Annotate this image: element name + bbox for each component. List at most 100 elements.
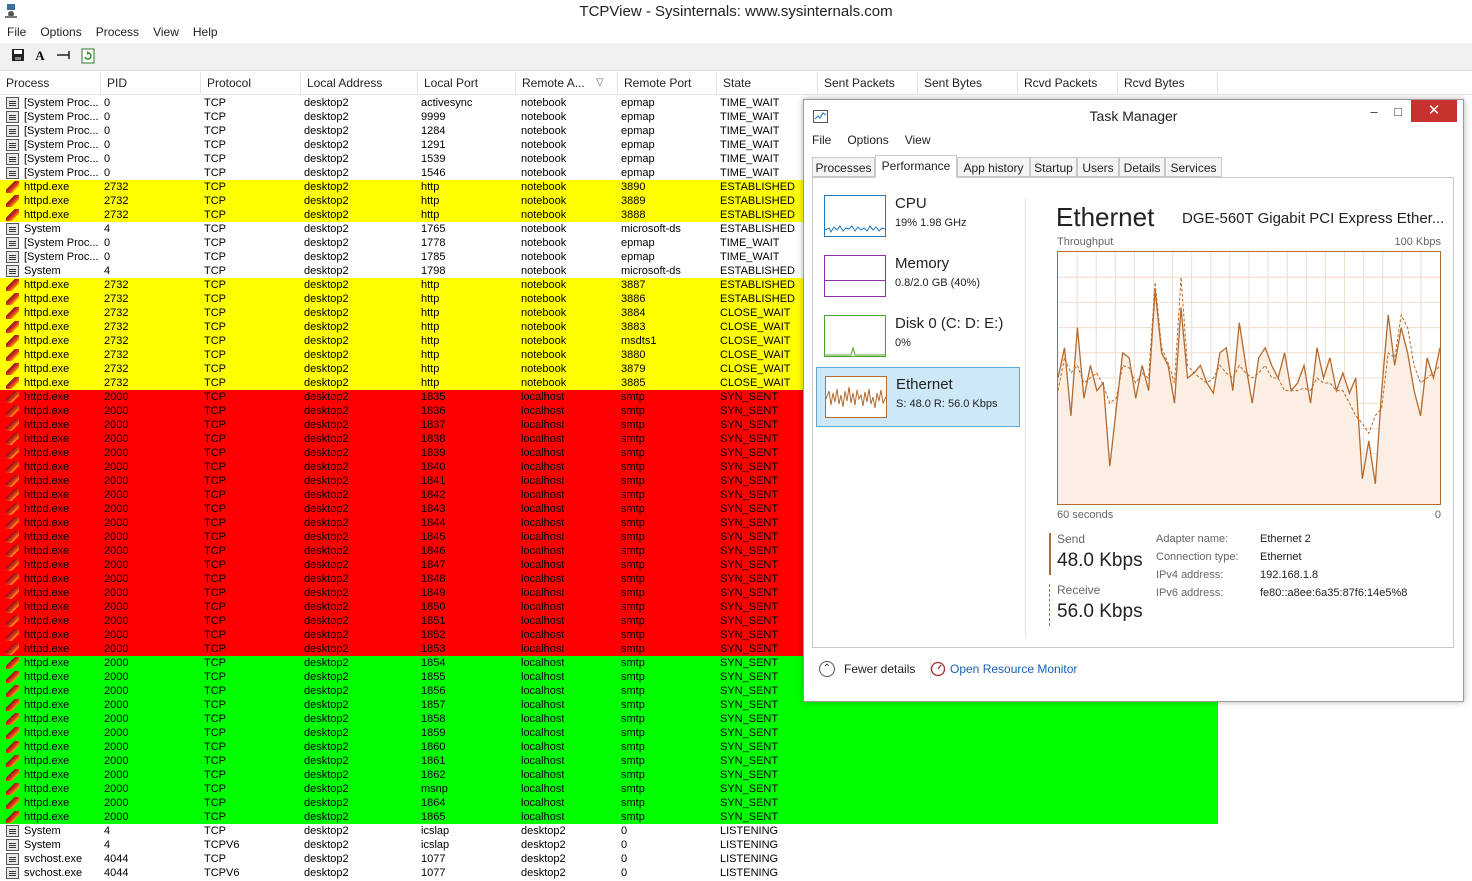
table-row[interactable]: httpd.exe 2000 TCP desktop2 1847 localhost smt… (0, 558, 803, 572)
table-row[interactable]: System 4 TCP desktop2 1765 notebook microsoft-… (0, 222, 803, 236)
tab-startup[interactable]: Startup (1030, 157, 1077, 177)
table-row[interactable]: httpd.exe 2000 TCP desktop2 1848 localhost smt… (0, 572, 803, 586)
menu-file[interactable]: File (0, 24, 33, 40)
cell-pid: 0 (104, 167, 111, 179)
maximize-button[interactable]: □ (1389, 102, 1407, 122)
col-remote-address[interactable]: Remote A... ▽ (516, 72, 618, 94)
col-remote-port[interactable]: Remote Port (618, 72, 717, 94)
tab-processes[interactable]: Processes (812, 157, 875, 177)
table-row[interactable]: httpd.exe 2000 TCP desktop2 1843 localhost smt… (0, 502, 803, 516)
col-protocol[interactable]: Protocol (201, 72, 301, 94)
save-icon[interactable] (10, 48, 26, 64)
menu-view[interactable]: View (146, 24, 186, 40)
tab-app-history[interactable]: App history (957, 157, 1030, 177)
col-state[interactable]: State (717, 72, 818, 94)
table-row[interactable]: [System Proc... 0 TCP desktop2 9999 notebook e… (0, 110, 803, 124)
table-row[interactable]: httpd.exe 2000 TCP desktop2 1842 localhost smt… (0, 488, 803, 502)
table-row[interactable]: [System Proc... 0 TCP desktop2 1785 notebook e… (0, 250, 803, 264)
table-row[interactable]: httpd.exe 2000 TCP desktop2 1845 localhost smt… (0, 530, 803, 544)
tm-menu-options[interactable]: Options (847, 133, 888, 147)
table-row[interactable]: httpd.exe 2732 TCP desktop2 http notebook 3886… (0, 292, 803, 306)
table-row[interactable]: httpd.exe 2000 TCP desktop2 1841 localhost smt… (0, 474, 803, 488)
col-sent-packets[interactable]: Sent Packets (818, 72, 918, 94)
col-sent-bytes[interactable]: Sent Bytes (918, 72, 1018, 94)
table-row[interactable]: System 4 TCPV6 desktop2 icslap desktop2 0 LISTE… (0, 838, 803, 852)
cell-state: TIME_WAIT (720, 167, 780, 179)
tab-details[interactable]: Details (1119, 157, 1165, 177)
table-row[interactable]: [System Proc... 0 TCP desktop2 1539 notebook e… (0, 152, 803, 166)
perf-item-ethernet[interactable]: Ethernet S: 48.0 R: 56.0 Kbps (816, 367, 1020, 427)
table-row[interactable]: httpd.exe 2000 TCP desktop2 1851 localhost smt… (0, 614, 803, 628)
table-row[interactable]: httpd.exe 2000 TCP desktop2 1838 localhost smt… (0, 432, 803, 446)
table-row[interactable]: httpd.exe 2732 TCP desktop2 http notebook 3888… (0, 208, 803, 222)
table-row[interactable]: httpd.exe 2000 TCP desktop2 1865 localhost smt… (0, 810, 1218, 824)
cell-pid: 4044 (104, 853, 129, 865)
table-row[interactable]: httpd.exe 2732 TCP desktop2 http notebook 3890… (0, 180, 803, 194)
table-row[interactable]: httpd.exe 2732 TCP desktop2 http notebook msdt… (0, 334, 803, 348)
table-row[interactable]: httpd.exe 2732 TCP desktop2 http notebook 3884… (0, 306, 803, 320)
perf-item-disk[interactable]: Disk 0 (C: D: E:) 0% (816, 307, 1020, 367)
table-row[interactable]: [System Proc... 0 TCP desktop2 activesync not… (0, 96, 803, 110)
table-row[interactable]: httpd.exe 2000 TCP desktop2 1860 localhost smt… (0, 740, 1218, 754)
perf-item-cpu[interactable]: CPU 19% 1.98 GHz (816, 187, 1020, 247)
table-row[interactable]: httpd.exe 2732 TCP desktop2 http notebook 3885… (0, 376, 803, 390)
table-row[interactable]: httpd.exe 2000 TCP desktop2 1837 localhost smt… (0, 418, 803, 432)
table-row[interactable]: httpd.exe 2000 TCP desktop2 1835 localhost smt… (0, 390, 803, 404)
menu-options[interactable]: Options (33, 24, 88, 40)
table-row[interactable]: httpd.exe 2000 TCP desktop2 1852 localhost smt… (0, 628, 803, 642)
col-local-address[interactable]: Local Address (301, 72, 418, 94)
col-process[interactable]: Process (0, 72, 101, 94)
table-row[interactable]: [System Proc... 0 TCP desktop2 1284 notebook e… (0, 124, 803, 138)
table-row[interactable]: httpd.exe 2732 TCP desktop2 http notebook 3883… (0, 320, 803, 334)
table-row[interactable]: [System Proc... 0 TCP desktop2 1778 notebook e… (0, 236, 803, 250)
table-row[interactable]: svchost.exe 4044 TCPV6 desktop2 1077 desktop2… (0, 866, 803, 880)
fewer-details-button[interactable]: Fewer details (844, 662, 915, 676)
col-local-port[interactable]: Local Port (418, 72, 516, 94)
table-row[interactable]: httpd.exe 2000 TCP desktop2 1846 localhost smt… (0, 544, 803, 558)
open-resource-monitor-link[interactable]: Open Resource Monitor (950, 662, 1077, 676)
table-row[interactable]: httpd.exe 2000 TCP desktop2 1840 localhost smt… (0, 460, 803, 474)
tab-users[interactable]: Users (1077, 157, 1119, 177)
perf-item-memory[interactable]: Memory 0.8/2.0 GB (40%) (816, 247, 1020, 307)
menu-process[interactable]: Process (89, 24, 146, 40)
table-row[interactable]: httpd.exe 2000 TCP desktop2 1836 localhost smt… (0, 404, 803, 418)
col-rcvd-bytes[interactable]: Rcvd Bytes (1118, 72, 1218, 94)
table-row[interactable]: httpd.exe 2000 TCP desktop2 1844 localhost smt… (0, 516, 803, 530)
cell-remote-port: smtp (621, 545, 645, 557)
table-row[interactable]: httpd.exe 2000 TCP desktop2 1849 localhost smt… (0, 586, 803, 600)
table-row[interactable]: httpd.exe 2000 TCP desktop2 1839 localhost smt… (0, 446, 803, 460)
menu-help[interactable]: Help (186, 24, 225, 40)
cell-state: SYN_SENT (720, 419, 779, 431)
table-row[interactable]: httpd.exe 2000 TCP desktop2 1861 localhost smt… (0, 754, 1218, 768)
table-row[interactable]: httpd.exe 2000 TCP desktop2 1853 localhost smt… (0, 642, 803, 656)
table-row[interactable]: httpd.exe 2000 TCP desktop2 1859 localhost smt… (0, 726, 1218, 740)
table-row[interactable]: httpd.exe 2000 TCP desktop2 msnp localhost smt… (0, 782, 1218, 796)
table-row[interactable]: httpd.exe 2732 TCP desktop2 http notebook 3889… (0, 194, 803, 208)
cell-remote-address: localhost (521, 755, 565, 767)
close-button[interactable]: ✕ (1411, 100, 1457, 122)
resolve-icon[interactable] (56, 48, 72, 64)
tab-performance[interactable]: Performance (875, 155, 957, 178)
table-row[interactable]: System 4 TCP desktop2 1798 notebook microsoft-… (0, 264, 803, 278)
col-pid[interactable]: PID (101, 72, 201, 94)
table-row[interactable]: httpd.exe 2732 TCP desktop2 http notebook 3879… (0, 362, 803, 376)
tm-menu-file[interactable]: File (812, 133, 831, 147)
table-row[interactable]: httpd.exe 2000 TCP desktop2 1862 localhost smt… (0, 768, 1218, 782)
table-row[interactable]: httpd.exe 2000 TCP desktop2 1858 localhost smt… (0, 712, 1218, 726)
col-rcvd-packets[interactable]: Rcvd Packets (1018, 72, 1118, 94)
table-row[interactable]: svchost.exe 4044 TCP desktop2 1077 desktop2 0 L… (0, 852, 803, 866)
table-row[interactable]: [System Proc... 0 TCP desktop2 1291 notebook e… (0, 138, 803, 152)
refresh-icon[interactable] (80, 48, 96, 64)
table-row[interactable]: [System Proc... 0 TCP desktop2 1546 notebook e… (0, 166, 803, 180)
fewer-details-icon[interactable]: ⌃ (819, 661, 835, 677)
font-icon[interactable]: A (32, 48, 48, 64)
cell-local-address: desktop2 (304, 475, 349, 487)
table-row[interactable]: httpd.exe 2000 TCP desktop2 1850 localhost smt… (0, 600, 803, 614)
tab-services[interactable]: Services (1165, 157, 1222, 177)
table-row[interactable]: httpd.exe 2732 TCP desktop2 http notebook 3887… (0, 278, 803, 292)
table-row[interactable]: httpd.exe 2000 TCP desktop2 1864 localhost smt… (0, 796, 1218, 810)
table-row[interactable]: System 4 TCP desktop2 icslap desktop2 0 LISTENI… (0, 824, 803, 838)
table-row[interactable]: httpd.exe 2732 TCP desktop2 http notebook 3880… (0, 348, 803, 362)
minimize-button[interactable]: ‒ (1364, 102, 1384, 122)
tm-menu-view[interactable]: View (905, 133, 931, 147)
